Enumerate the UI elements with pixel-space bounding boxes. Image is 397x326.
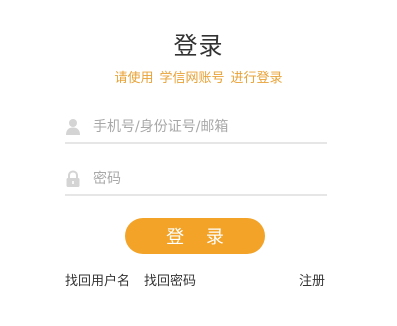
subtitle-part-3: 进行登录 (230, 71, 283, 86)
user-icon (65, 118, 81, 136)
forgot-username-link[interactable]: 找回用户名 (65, 274, 130, 289)
forgot-password-link-wrap: 找回密码 (144, 270, 196, 289)
lock-icon (65, 170, 81, 188)
password-underline (65, 194, 327, 196)
login-button[interactable]: 登 录 (125, 218, 265, 254)
login-page: 登录 请使用学信网账号进行登录 登 录 找回用户名 找回密码 (0, 0, 397, 326)
password-field (65, 164, 327, 196)
forgot-username-link-wrap: 找回用户名 (65, 270, 130, 289)
username-field (65, 112, 327, 144)
forgot-password-link[interactable]: 找回密码 (144, 274, 196, 289)
register-link[interactable]: 注册 (299, 274, 325, 289)
subtitle-part-2: 学信网账号 (159, 71, 225, 86)
subtitle-part-1: 请使用 (114, 71, 154, 86)
page-title: 登录 (173, 32, 224, 60)
username-underline (65, 142, 327, 144)
register-link-wrap: 注册 (299, 270, 325, 289)
username-input[interactable] (93, 115, 323, 139)
login-subtitle: 请使用 学信网账号 进行登录 (0, 67, 397, 86)
password-input[interactable] (93, 167, 323, 191)
